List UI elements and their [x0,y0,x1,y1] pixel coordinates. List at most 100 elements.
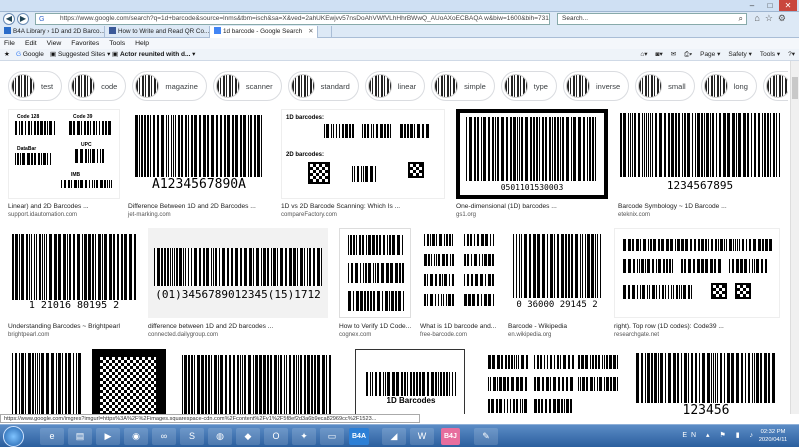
skype-icon[interactable]: S [180,428,204,445]
result-tile[interactable] [484,349,620,414]
chip-long[interactable]: long [700,71,757,101]
menu-view[interactable]: View [47,38,62,49]
close-button[interactable]: ✕ [779,0,797,11]
chip-linear[interactable]: linear [364,71,426,101]
result-image[interactable]: 1D barcodes: 2D barcodes: [281,109,445,199]
address-bar[interactable]: G https://www.google.com/search?q=1d+bar… [35,13,550,25]
minimize-button[interactable]: – [743,0,761,11]
app-icon[interactable]: ◆ [236,428,260,445]
home-cmd-icon[interactable]: ⌂▾ [640,49,647,61]
tab-b4a-library[interactable]: B4A Library › 1D and 2D Barco... [0,26,105,38]
mail-icon[interactable]: ✉ [671,49,676,61]
opera-icon[interactable]: O [264,428,288,445]
result-caption[interactable]: One-dimensional (1D) barcodes ... [456,203,608,210]
help-menu[interactable]: ?▾ [788,49,795,61]
paint-icon[interactable]: ✎ [474,428,498,445]
result-caption[interactable]: Barcode Symbology ~ 1D Barcode ... [618,203,782,210]
result-caption[interactable]: Difference Between 1D and 2D Barcodes ..… [128,203,270,210]
tab-qr-code[interactable]: How to Write and Read QR Co... [105,26,210,38]
result-image[interactable]: 1D Barcodes [355,349,465,414]
favorites-star-icon[interactable]: ★ [4,49,10,61]
result-tile[interactable]: 0501101530003 One-dimensional (1D) barco… [456,109,608,219]
scroll-thumb[interactable] [792,77,798,99]
folder-icon[interactable]: ▤ [68,428,92,445]
result-image[interactable] [614,228,780,318]
result-tile[interactable]: Code 128 Code 39 DataBar UPC IMB Linear)… [8,109,120,219]
ie-icon[interactable]: e [40,428,64,445]
result-tile[interactable]: 1 21016 80195 2 Understanding Barcodes ~… [8,228,140,340]
vertical-scrollbar[interactable] [790,61,799,414]
result-image[interactable]: 0 36000 29145 2 [508,228,606,318]
clock[interactable]: 02:32 PM 2020/04/11 [753,428,793,444]
chip-code[interactable]: code [68,71,127,101]
chip-magazine[interactable]: magazine [132,71,207,101]
new-tab-button[interactable] [318,26,332,38]
print-icon[interactable]: ⎙▾ [684,49,692,61]
result-caption[interactable]: What is 1D barcode and... [420,323,500,330]
b4a-taskbar-button[interactable]: B4A [349,428,370,445]
chip-one-d[interactable]: one d [762,71,788,101]
result-image[interactable]: 1 21016 80195 2 [8,228,140,318]
result-image[interactable] [174,349,340,414]
maximize-button[interactable]: □ [761,0,779,11]
start-button[interactable] [3,426,24,447]
page-menu[interactable]: Page ▾ [700,49,720,61]
result-caption[interactable]: 1D vs 2D Barcode Scanning: Which Is ... [281,203,445,210]
chip-small[interactable]: small [635,71,695,101]
result-image[interactable]: Code 128 Code 39 DataBar UPC IMB [8,109,120,199]
result-tile[interactable]: 0 36000 29145 2 Barcode - Wikipedia en.w… [508,228,606,340]
result-tile[interactable]: 1D Barcodes [355,349,465,414]
firefox-icon[interactable]: ◍ [208,428,232,445]
result-image[interactable]: (01)3456789012345(15)1712 [148,228,328,318]
search-icon[interactable]: ⌕ [739,14,743,24]
tab-google-search[interactable]: 1d barcode - Google Search ✕ [210,26,318,38]
result-tile[interactable]: A1234567890A Difference Between 1D and 2… [128,109,270,219]
result-tile[interactable]: 123456 [632,349,780,414]
menu-favorites[interactable]: Favorites [71,38,99,49]
result-caption[interactable]: right). Top row (1D codes): Code39 ... [614,323,780,330]
result-tile[interactable]: What is 1D barcode and... free-barcode.c… [420,228,500,340]
media-player-icon[interactable]: ▶ [96,428,120,445]
language-indicator[interactable]: EN [682,432,700,439]
chip-simple[interactable]: simple [431,71,495,101]
tools-menu[interactable]: Tools ▾ [760,49,780,61]
chip-test[interactable]: test [8,71,63,101]
result-caption[interactable]: Understanding Barcodes ~ Brightpearl [8,323,140,330]
result-tile[interactable]: right). Top row (1D codes): Code39 ... r… [614,228,780,340]
word-icon[interactable]: W [410,428,434,445]
back-button[interactable]: ◀ [3,13,15,25]
search-box[interactable]: Search... ⌕ [557,13,747,25]
result-image[interactable]: A1234567890A [128,109,270,199]
star-icon[interactable]: ☆ [765,13,778,23]
terminal-icon[interactable]: ▭ [320,428,344,445]
result-image[interactable] [339,228,411,318]
system-tray[interactable]: EN ▴ ⚑ ▮ ♪ [682,431,757,439]
result-tile[interactable]: (01)3456789012345(15)1712 difference bet… [148,228,328,340]
result-image[interactable]: 123456 [632,349,780,414]
result-image[interactable]: 0501101530003 [456,109,608,199]
result-image[interactable] [420,228,500,318]
android-icon[interactable]: ✦ [292,428,316,445]
result-caption[interactable]: Linear) and 2D Barcodes ... [8,203,120,210]
chip-scanner[interactable]: scanner [212,71,282,101]
result-tile[interactable] [92,349,166,414]
result-tile[interactable]: 1D barcodes: 2D barcodes: 1D vs 2D Barco… [281,109,445,219]
result-image[interactable] [8,349,86,414]
result-image[interactable] [484,349,620,414]
menu-file[interactable]: File [4,38,15,49]
chip-type[interactable]: type [500,71,557,101]
gear-icon[interactable]: ⚙ [778,13,791,23]
feed-icon[interactable]: ◙▾ [656,49,663,61]
menu-help[interactable]: Help [135,38,149,49]
b4j-taskbar-button[interactable]: B4J [441,428,460,445]
fav-suggested-sites[interactable]: ▣ Suggested Sites ▾ [50,49,110,61]
result-tile[interactable] [174,349,340,414]
result-caption[interactable]: difference between 1D and 2D barcodes ..… [148,323,328,330]
chip-inverse[interactable]: inverse [562,71,630,101]
fav-actor[interactable]: ▣ Actor reunited with d... ▾ [112,49,195,61]
forward-button[interactable]: ▶ [17,13,29,25]
result-tile[interactable]: How to Verify 1D Code... cognex.com [339,228,411,340]
home-icon[interactable]: ⌂ [754,13,764,23]
visual-studio-icon[interactable]: ∞ [152,428,176,445]
result-caption[interactable]: How to Verify 1D Code... [339,323,411,330]
